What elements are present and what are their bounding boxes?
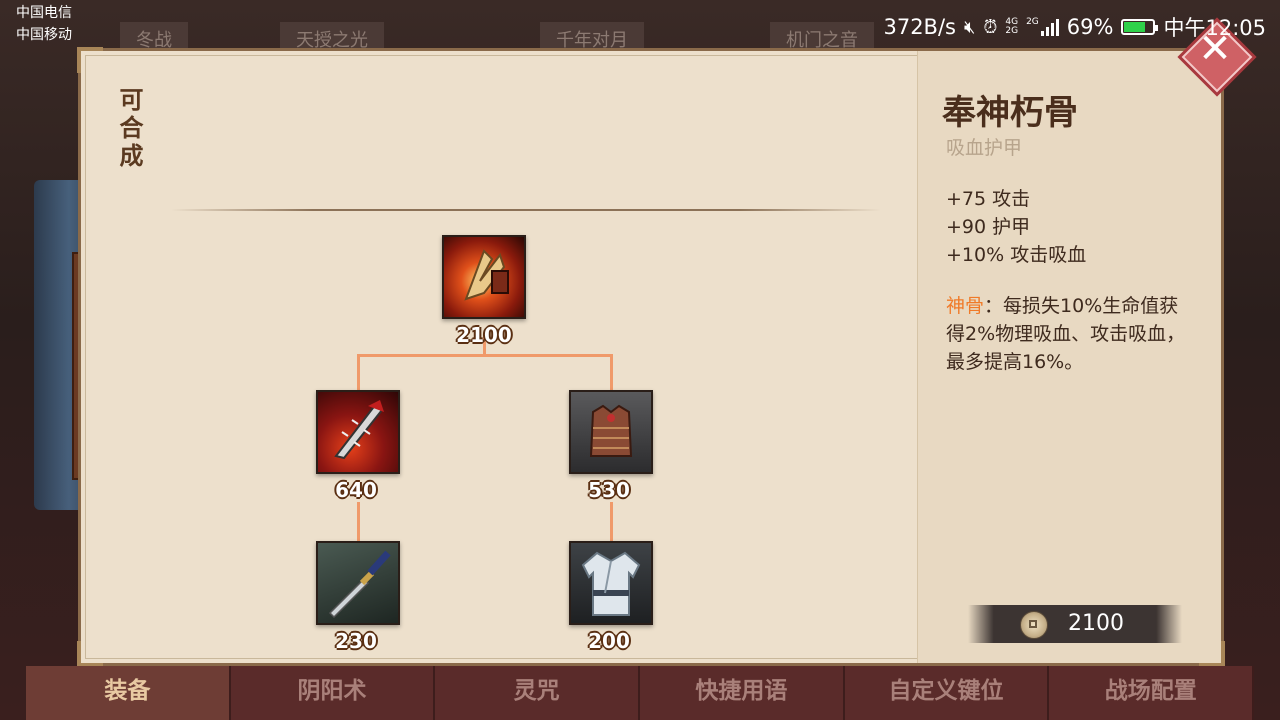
item-stats: +75 攻击 +90 护甲 +10% 攻击吸血 bbox=[946, 185, 1086, 269]
tab-equipment[interactable]: 装备 bbox=[26, 666, 231, 720]
tree-line bbox=[357, 502, 360, 542]
item-info-section: 奉神朽骨 吸血护甲 +75 攻击 +90 护甲 +10% 攻击吸血 神骨：每损失… bbox=[917, 51, 1221, 663]
tree-line bbox=[610, 354, 613, 391]
bone-claw-icon bbox=[464, 249, 509, 301]
item-detail-panel: 可合成 2100 640 530 230 200 奉神朽骨 吸血护甲 +75 攻… bbox=[77, 47, 1225, 667]
passive-description: 神骨：每损失10%生命值获得2%物理吸血、攻击吸血，最多提高16%。 bbox=[946, 292, 1192, 376]
thorn-blade-icon bbox=[334, 400, 384, 460]
tree-line bbox=[357, 354, 360, 391]
status-bar: 中国电信 中国移动 372B/s 🔇︎ ⏰︎ 4G 2G 2G 69% 中午12… bbox=[0, 0, 1280, 48]
item-slot-component-armor[interactable] bbox=[569, 390, 653, 474]
tab-onmyoji-spells[interactable]: 阴阳术 bbox=[230, 666, 436, 720]
tree-line bbox=[357, 354, 613, 357]
battery-percent: 69% bbox=[1066, 15, 1114, 39]
tab-battle-settings[interactable]: 战场配置 bbox=[1049, 666, 1255, 720]
clock: 中午12:05 bbox=[1163, 16, 1266, 40]
bottom-tab-bar: 装备 阴阳术 灵咒 快捷用语 自定义键位 战场配置 bbox=[26, 666, 1255, 720]
tab-custom-keys[interactable]: 自定义键位 bbox=[844, 666, 1050, 720]
item-total-price: 2100 bbox=[1068, 611, 1124, 636]
divider bbox=[171, 209, 881, 211]
item-price: 640 bbox=[335, 478, 377, 502]
craftable-label: 可合成 bbox=[115, 87, 144, 171]
battery-icon bbox=[1121, 19, 1159, 35]
network-type-3: 2G bbox=[1026, 17, 1039, 27]
net-speed: 372B/s bbox=[883, 15, 956, 39]
item-price: 2100 bbox=[456, 323, 512, 347]
item-slot-katana[interactable] bbox=[316, 541, 400, 625]
carrier-1: 中国电信 bbox=[16, 5, 72, 21]
stat-line: +75 攻击 bbox=[946, 188, 1031, 210]
item-price: 200 bbox=[588, 629, 630, 653]
carrier-2: 中国移动 bbox=[16, 27, 72, 43]
katana-icon bbox=[328, 550, 391, 619]
chest-armor-icon bbox=[589, 404, 633, 457]
price-bar: 2100 bbox=[968, 605, 1182, 643]
item-price: 230 bbox=[335, 629, 377, 653]
network-type-2: 2G bbox=[1005, 26, 1019, 36]
item-price: 530 bbox=[588, 478, 630, 502]
stat-line: +90 护甲 bbox=[946, 216, 1031, 238]
stat-line: +10% 攻击吸血 bbox=[946, 244, 1087, 266]
signal-icon bbox=[1040, 18, 1059, 36]
passive-name: 神骨 bbox=[946, 295, 985, 317]
coin-icon bbox=[1020, 611, 1048, 639]
tab-quick-chat[interactable]: 快捷用语 bbox=[640, 666, 845, 720]
alarm-icon: ⏰︎ bbox=[983, 16, 998, 38]
item-slot-component-blade[interactable] bbox=[316, 390, 400, 474]
item-slot-fengshen-xiugu[interactable] bbox=[442, 235, 526, 319]
tab-curse[interactable]: 灵咒 bbox=[435, 666, 641, 720]
item-slot-robe[interactable] bbox=[569, 541, 653, 625]
tree-line bbox=[610, 502, 613, 542]
item-type: 吸血护甲 bbox=[946, 137, 1023, 159]
item-name: 奉神朽骨 bbox=[942, 93, 1078, 133]
mute-icon: 🔇︎ bbox=[963, 16, 976, 38]
robe-icon bbox=[581, 551, 641, 616]
